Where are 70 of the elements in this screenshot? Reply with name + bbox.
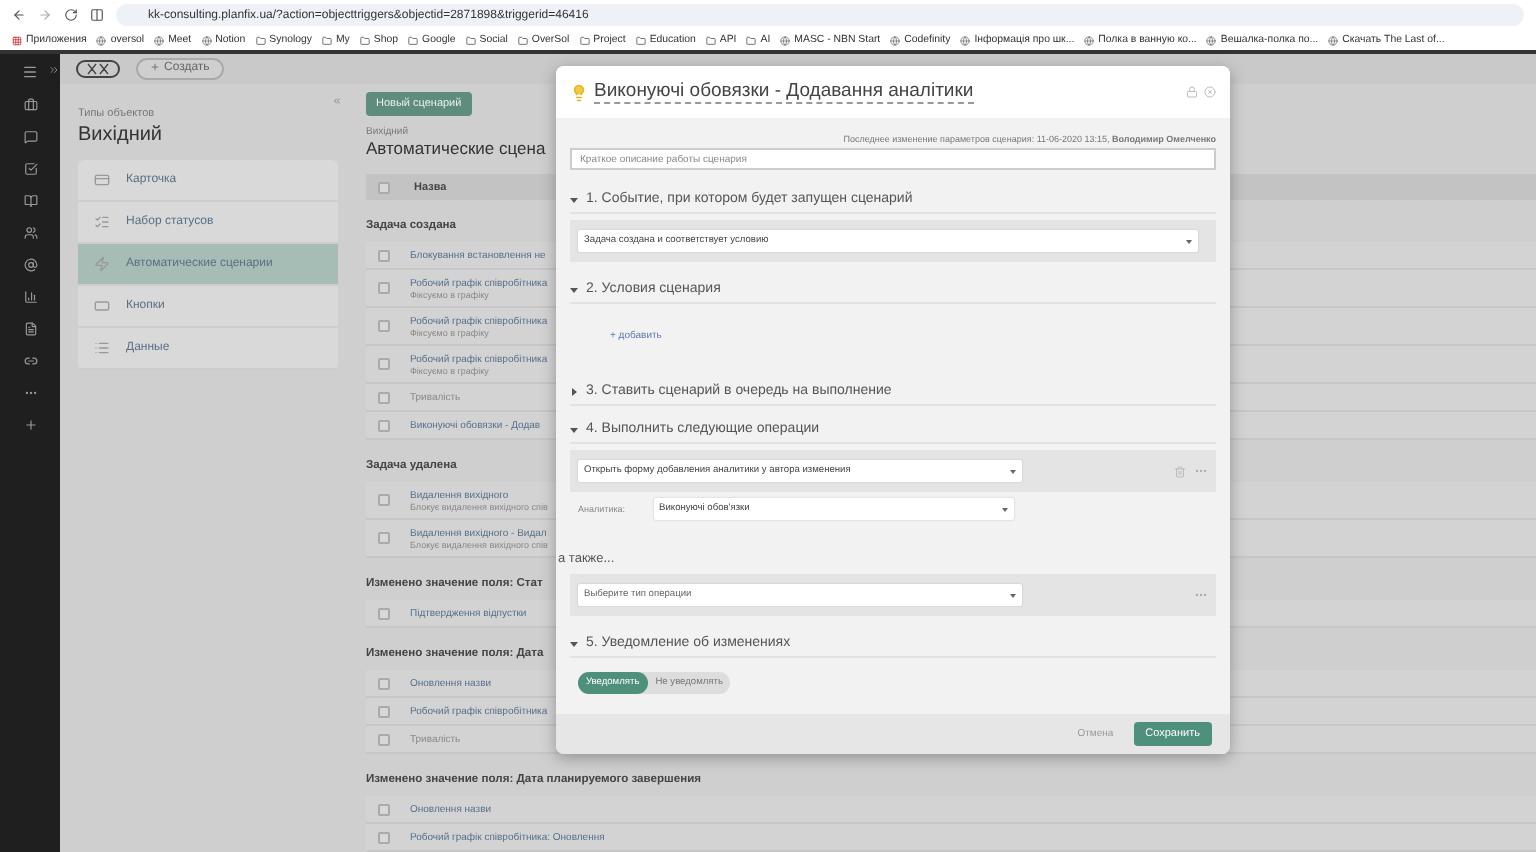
globe-icon (96, 35, 107, 45)
plus-icon (150, 62, 160, 73)
folder-icon (517, 35, 528, 45)
lock-icon[interactable] (1186, 86, 1198, 98)
link-icon[interactable] (23, 354, 37, 368)
menu-icon[interactable] (22, 64, 38, 80)
tab-icon[interactable] (90, 8, 104, 22)
caret-icon (1010, 469, 1016, 473)
lightbulb-icon (570, 83, 588, 101)
collapse-icon[interactable] (332, 96, 342, 106)
checkbox[interactable] (378, 494, 390, 506)
checkbox[interactable] (378, 249, 390, 261)
checkbox[interactable] (378, 181, 390, 193)
expanded-icon[interactable] (570, 285, 578, 293)
checkbox[interactable] (378, 282, 390, 294)
checkbox[interactable] (378, 607, 390, 619)
globe-icon (1206, 35, 1217, 45)
globe-icon (780, 35, 791, 45)
folder-icon (705, 35, 716, 45)
trash-icon[interactable] (1174, 465, 1186, 477)
globe-icon (1328, 35, 1339, 45)
close-icon[interactable] (1204, 86, 1216, 98)
checkbox[interactable] (378, 705, 390, 717)
users-icon[interactable] (23, 226, 37, 240)
rectangle-icon (94, 298, 110, 314)
globe-icon (960, 35, 971, 45)
checklist-icon (94, 214, 110, 230)
checkbox[interactable] (378, 532, 390, 544)
briefcase-icon[interactable] (23, 98, 37, 112)
caret-icon (1001, 507, 1008, 511)
checkbox[interactable] (378, 320, 390, 332)
expand-icon[interactable] (48, 63, 60, 75)
folder-icon (635, 35, 646, 45)
list-icon (94, 340, 110, 356)
globe-icon (890, 35, 901, 45)
object-type-title: Вихідний (78, 124, 165, 146)
bar-chart-icon[interactable] (23, 290, 37, 304)
checkbox[interactable] (378, 419, 390, 431)
checkbox[interactable] (378, 831, 390, 843)
folder-icon (746, 35, 757, 45)
checkbox[interactable] (378, 358, 390, 370)
globe-icon (154, 35, 165, 45)
globe-icon (201, 35, 212, 45)
checkbox[interactable] (378, 677, 390, 689)
folder-icon (579, 35, 590, 45)
apps-icon (12, 35, 22, 45)
document-icon[interactable] (23, 322, 37, 336)
book-icon[interactable] (23, 194, 37, 208)
forward-icon[interactable] (38, 8, 52, 22)
folder-icon (465, 35, 476, 45)
expanded-icon[interactable] (570, 195, 578, 203)
lightning-icon (94, 256, 110, 272)
expanded-icon[interactable] (570, 425, 578, 433)
plus-icon[interactable] (23, 418, 37, 432)
logo-icon (76, 60, 120, 78)
page-title: Автоматические сцена (366, 138, 546, 158)
folder-icon (255, 35, 266, 45)
expanded-icon[interactable] (570, 639, 578, 647)
more-icon[interactable] (23, 386, 37, 400)
globe-icon (1084, 35, 1095, 45)
at-sign-icon[interactable] (23, 258, 37, 272)
card-icon (94, 172, 110, 188)
folder-icon (321, 35, 332, 45)
back-icon[interactable] (12, 8, 26, 22)
reload-icon[interactable] (64, 8, 78, 22)
folder-icon (359, 35, 370, 45)
checkbox[interactable] (378, 803, 390, 815)
checkbox-icon[interactable] (23, 162, 37, 176)
chat-icon[interactable] (23, 130, 37, 144)
folder-icon (408, 35, 419, 45)
